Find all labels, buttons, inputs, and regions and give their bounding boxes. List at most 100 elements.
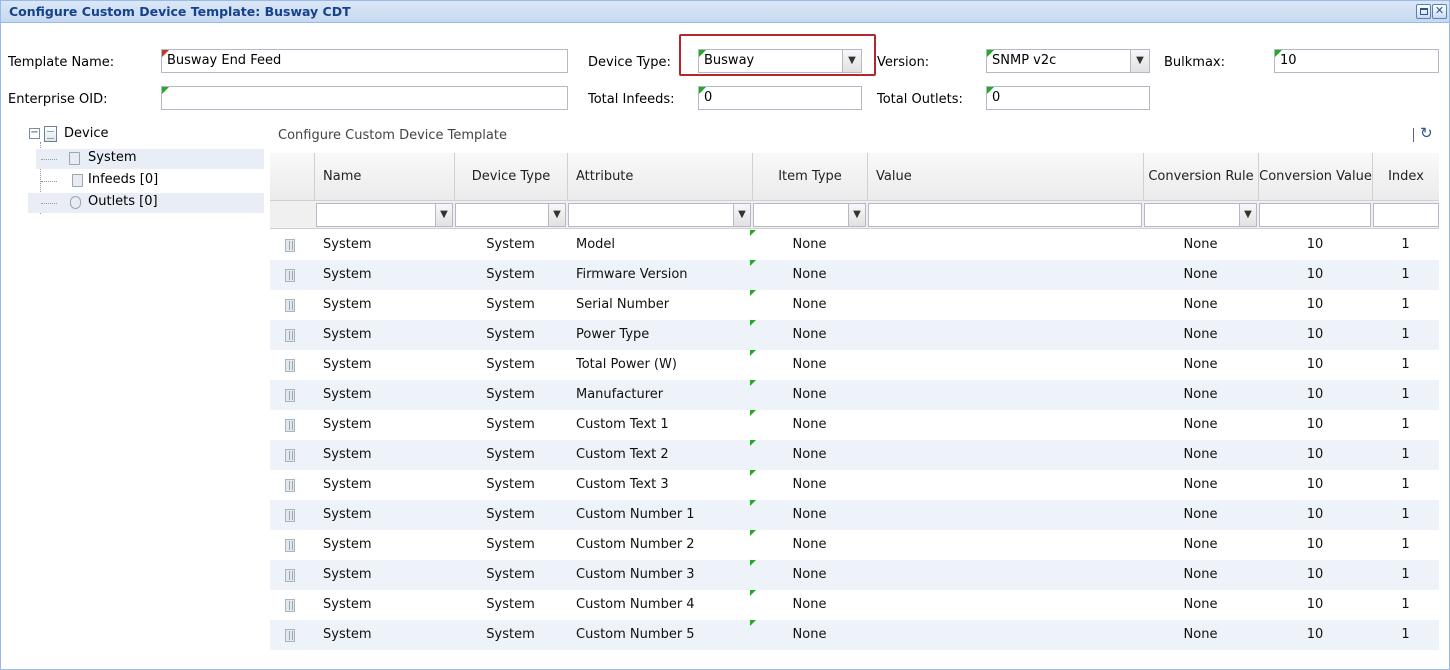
cell-value[interactable] [876,290,1142,320]
cell-conversion-rule[interactable]: None [1143,500,1258,530]
tree-root-device[interactable]: − Device [28,125,264,145]
cell-attribute[interactable]: Custom Number 2 [576,530,751,560]
cell-name[interactable]: System [323,260,453,290]
cell-item-type[interactable]: None [752,260,867,290]
chevron-down-icon[interactable]: ▼ [1130,50,1149,72]
cell-conversion-value[interactable]: 10 [1258,320,1372,350]
filter-name[interactable]: ▼ [316,203,453,227]
collapse-icon[interactable]: − [29,128,40,139]
table-row[interactable]: System System Manufacturer None None 10 1 [270,380,1439,410]
cell-device-type[interactable]: System [454,470,567,500]
cell-item-type[interactable]: None [752,500,867,530]
filter-value[interactable] [868,203,1142,227]
cell-name[interactable]: System [323,230,453,260]
cell-item-type[interactable]: None [752,230,867,260]
refresh-icon[interactable]: ↻ [1420,124,1433,142]
cell-index[interactable]: 1 [1372,230,1439,260]
cell-index[interactable]: 1 [1372,590,1439,620]
cell-name[interactable]: System [323,440,453,470]
cell-conversion-rule[interactable]: None [1143,350,1258,380]
cell-value[interactable] [876,590,1142,620]
cell-conversion-rule[interactable]: None [1143,380,1258,410]
total-outlets-field[interactable]: 0 [986,86,1150,110]
cell-index[interactable]: 1 [1372,620,1439,650]
cell-value[interactable] [876,530,1142,560]
cell-index[interactable]: 1 [1372,500,1439,530]
table-row[interactable]: System System Custom Number 3 None None 10 1 [270,560,1439,590]
cell-conversion-value[interactable]: 10 [1258,620,1372,650]
cell-conversion-value[interactable]: 10 [1258,440,1372,470]
cell-index[interactable]: 1 [1372,560,1439,590]
version-select[interactable]: SNMP v2c ▼ [986,49,1150,73]
cell-conversion-value[interactable]: 10 [1258,590,1372,620]
cell-device-type[interactable]: System [454,320,567,350]
cell-item-type[interactable]: None [752,620,867,650]
cell-device-type[interactable]: System [454,560,567,590]
cell-conversion-value[interactable]: 10 [1258,230,1372,260]
cell-value[interactable] [876,410,1142,440]
cell-conversion-value[interactable]: 10 [1258,380,1372,410]
cell-index[interactable]: 1 [1372,320,1439,350]
cell-conversion-rule[interactable]: None [1143,530,1258,560]
cell-value[interactable] [876,500,1142,530]
table-row[interactable]: System System Custom Number 4 None None 10 1 [270,590,1439,620]
cell-index[interactable]: 1 [1372,350,1439,380]
table-row[interactable]: System System Custom Text 1 None None 10 1 [270,410,1439,440]
cell-name[interactable]: System [323,320,453,350]
cell-device-type[interactable]: System [454,350,567,380]
cell-item-type[interactable]: None [752,410,867,440]
cell-attribute[interactable]: Serial Number [576,290,751,320]
cell-name[interactable]: System [323,560,453,590]
header-value[interactable]: Value [867,153,1143,201]
cell-index[interactable]: 1 [1372,380,1439,410]
cell-device-type[interactable]: System [454,500,567,530]
table-row[interactable]: System System Power Type None None 10 1 [270,320,1439,350]
cell-name[interactable]: System [323,620,453,650]
cell-conversion-rule[interactable]: None [1143,470,1258,500]
cell-device-type[interactable]: System [454,620,567,650]
cell-conversion-rule[interactable]: None [1143,410,1258,440]
restore-icon[interactable] [1416,4,1431,19]
table-row[interactable]: System System Custom Number 5 None None 10 1 [270,620,1439,650]
cell-value[interactable] [876,470,1142,500]
cell-device-type[interactable]: System [454,410,567,440]
cell-device-type[interactable]: System [454,590,567,620]
table-row[interactable]: System System Firmware Version None None 10 1 [270,260,1439,290]
chevron-down-icon[interactable]: ▼ [848,204,865,226]
cell-device-type[interactable]: System [454,530,567,560]
header-name[interactable]: Name [314,153,454,201]
tree-item-system[interactable]: System [36,149,264,169]
chevron-down-icon[interactable]: ▼ [435,204,452,226]
cell-attribute[interactable]: Custom Text 2 [576,440,751,470]
table-row[interactable]: System System Custom Text 3 None None 10 1 [270,470,1439,500]
cell-device-type[interactable]: System [454,440,567,470]
cell-attribute[interactable]: Custom Text 3 [576,470,751,500]
cell-attribute[interactable]: Model [576,230,751,260]
cell-value[interactable] [876,320,1142,350]
enterprise-oid-field[interactable] [161,86,568,110]
table-row[interactable]: System System Custom Number 2 None None 10 1 [270,530,1439,560]
cell-name[interactable]: System [323,380,453,410]
cell-conversion-value[interactable]: 10 [1258,500,1372,530]
filter-item-type[interactable]: ▼ [753,203,866,227]
cell-conversion-value[interactable]: 10 [1258,290,1372,320]
header-device-type[interactable]: Device Type [454,153,567,201]
cell-name[interactable]: System [323,290,453,320]
table-row[interactable]: System System Model None None 10 1 [270,230,1439,260]
chevron-down-icon[interactable]: ▼ [733,204,750,226]
cell-conversion-value[interactable]: 10 [1258,260,1372,290]
filter-conversion-value[interactable] [1259,203,1371,227]
cell-conversion-rule[interactable]: None [1143,440,1258,470]
cell-attribute[interactable]: Power Type [576,320,751,350]
close-icon[interactable]: ✕ [1432,4,1447,19]
cell-value[interactable] [876,440,1142,470]
tree-item-infeeds[interactable]: Infeeds [0] [36,171,264,191]
cell-item-type[interactable]: None [752,590,867,620]
tree-item-outlets[interactable]: Outlets [0] [28,193,264,213]
cell-conversion-rule[interactable]: None [1143,290,1258,320]
cell-attribute[interactable]: Custom Number 5 [576,620,751,650]
cell-index[interactable]: 1 [1372,260,1439,290]
chevron-down-icon[interactable]: ▼ [1239,204,1256,226]
cell-value[interactable] [876,260,1142,290]
header-item-type[interactable]: Item Type [752,153,867,201]
